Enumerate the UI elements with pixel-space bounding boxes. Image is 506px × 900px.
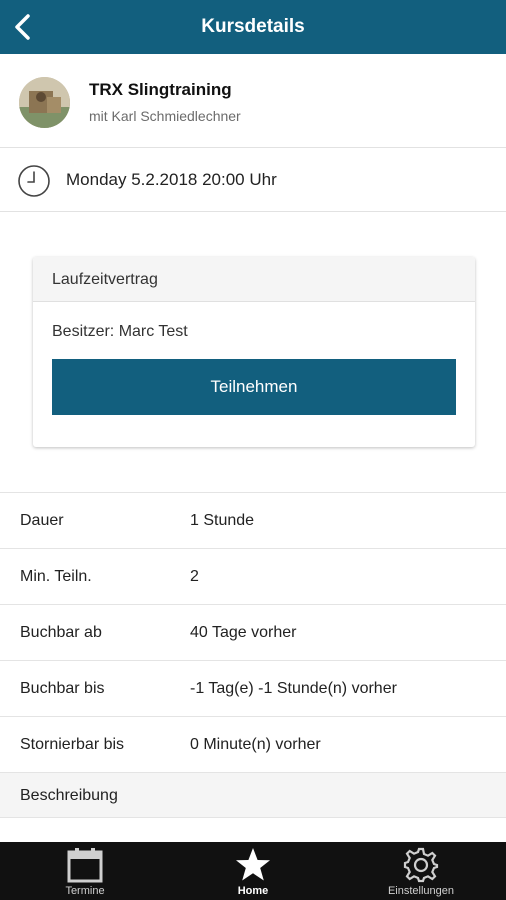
tab-label: Termine <box>65 885 105 897</box>
tab-home[interactable]: Home <box>170 842 336 900</box>
detail-row-bookable-until: Buchbar bis -1 Tag(e) -1 Stunde(n) vorhe… <box>0 660 506 716</box>
detail-row-bookable-from: Buchbar ab 40 Tage vorher <box>0 604 506 660</box>
tab-label: Home <box>237 885 269 897</box>
course-name: TRX Slingtraining <box>89 80 232 99</box>
detail-value: 2 <box>190 568 199 585</box>
detail-row-cancelable-until: Stornierbar bis 0 Minute(n) vorher <box>0 716 506 772</box>
course-details: Dauer 1 Stunde Min. Teiln. 2 Buchbar ab … <box>0 492 506 818</box>
trainer-avatar <box>19 77 70 128</box>
gear-icon <box>403 847 439 883</box>
detail-row-duration: Dauer 1 Stunde <box>0 492 506 548</box>
star-icon <box>236 848 270 881</box>
detail-row-min-participants: Min. Teiln. 2 <box>0 548 506 604</box>
detail-label: Buchbar ab <box>20 624 102 641</box>
detail-label: Stornierbar bis <box>20 736 125 753</box>
bottom-tab-bar: Termine Home Einstellungen <box>0 842 506 900</box>
join-button[interactable]: Teilnehmen <box>52 359 456 415</box>
tab-einstellungen[interactable]: Einstellungen <box>336 842 506 900</box>
page-title: Kursdetails <box>201 16 305 37</box>
detail-value: -1 Tag(e) -1 Stunde(n) vorher <box>190 680 397 697</box>
calendar-icon <box>67 848 103 883</box>
description-label: Beschreibung <box>20 787 118 804</box>
course-datetime: Monday 5.2.2018 20:00 Uhr <box>66 170 277 189</box>
clock-icon <box>18 165 50 197</box>
detail-value: 1 Stunde <box>190 512 255 529</box>
course-trainer: mit Karl Schmiedlechner <box>89 108 241 124</box>
course-info: TRX Slingtraining mit Karl Schmiedlechne… <box>0 60 506 148</box>
app-header: Kursdetails <box>0 0 506 54</box>
detail-value: 0 Minute(n) vorher <box>190 736 321 753</box>
course-schedule: Monday 5.2.2018 20:00 Uhr <box>0 148 506 212</box>
tab-termine[interactable]: Termine <box>0 842 170 900</box>
detail-label: Dauer <box>20 512 64 529</box>
contract-title: Laufzeitvertrag <box>33 257 475 302</box>
description-header: Beschreibung <box>0 772 506 818</box>
contract-owner: Besitzer: Marc Test <box>52 323 188 340</box>
detail-label: Min. Teiln. <box>20 568 92 585</box>
tab-label: Einstellungen <box>387 885 455 897</box>
detail-value: 40 Tage vorher <box>190 624 297 641</box>
detail-label: Buchbar bis <box>20 680 105 697</box>
contract-card: Laufzeitvertrag Besitzer: Marc Test Teil… <box>33 257 475 447</box>
